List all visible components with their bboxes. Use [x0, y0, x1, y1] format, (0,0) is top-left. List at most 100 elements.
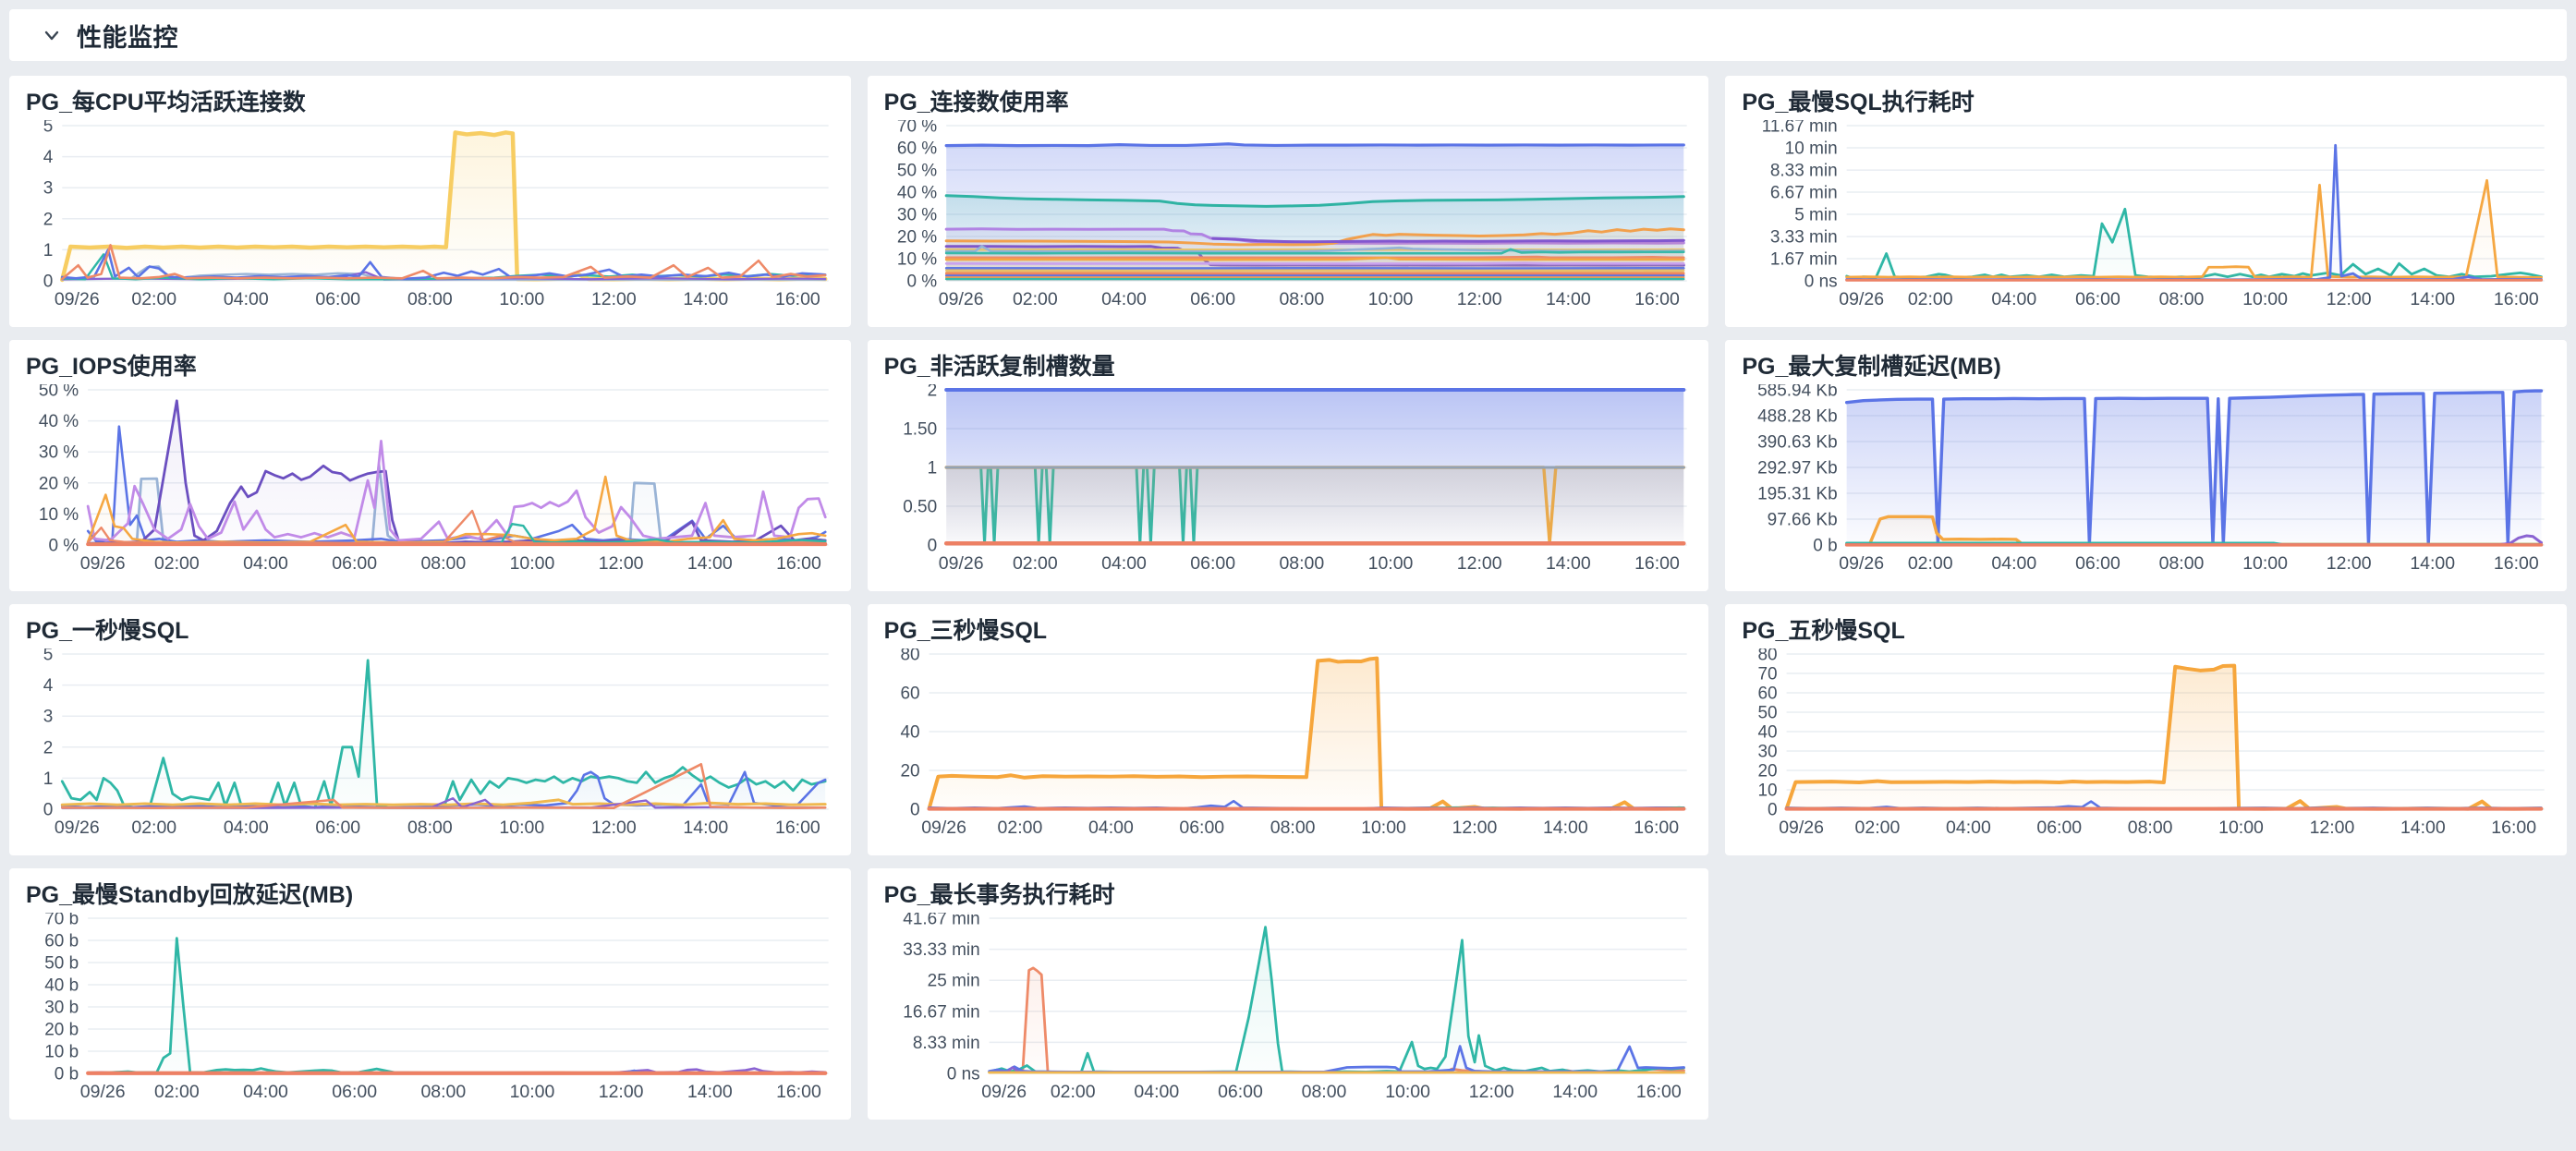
chart-canvas[interactable]: 0102030405060708009/2602:0004:0006:0008:…	[1742, 648, 2554, 841]
svg-text:08:00: 08:00	[407, 289, 453, 309]
chart-canvas[interactable]: 0 ns1.67 min3.33 min5 min6.67 min8.33 mi…	[1742, 120, 2554, 312]
svg-text:10:00: 10:00	[1361, 818, 1406, 838]
svg-text:16:00: 16:00	[775, 289, 820, 309]
svg-text:06:00: 06:00	[315, 289, 360, 309]
chart-title: PG_最慢SQL执行耗时	[1742, 89, 2554, 116]
svg-text:80: 80	[900, 648, 919, 665]
svg-text:09/26: 09/26	[55, 818, 100, 838]
svg-text:1.50: 1.50	[903, 420, 937, 440]
chart-panel-max-replication-slot-delay: PG_最大复制槽延迟(MB) 0 b97.66 Kb195.31 Kb292.9…	[1725, 340, 2567, 591]
chart-canvas[interactable]: 00.5011.50209/2602:0004:0006:0008:0010:0…	[884, 384, 1696, 576]
chart-title: PG_三秒慢SQL	[884, 617, 1696, 645]
svg-text:06:00: 06:00	[2075, 553, 2120, 574]
chart-title: PG_一秒慢SQL	[26, 617, 838, 645]
svg-text:14:00: 14:00	[1552, 1082, 1598, 1102]
svg-text:09/26: 09/26	[981, 1082, 1027, 1102]
svg-text:02:00: 02:00	[154, 1082, 200, 1102]
chart-canvas[interactable]: 01234509/2602:0004:0006:0008:0010:0012:0…	[26, 120, 838, 312]
svg-text:08:00: 08:00	[407, 818, 453, 838]
svg-text:40: 40	[1758, 723, 1778, 743]
svg-text:50 b: 50 b	[44, 954, 79, 974]
svg-text:0: 0	[43, 800, 54, 819]
svg-text:16:00: 16:00	[1634, 289, 1680, 309]
svg-text:09/26: 09/26	[938, 553, 983, 574]
svg-text:08:00: 08:00	[2159, 553, 2205, 574]
svg-text:16:00: 16:00	[2494, 553, 2539, 574]
svg-text:50 %: 50 %	[39, 384, 79, 401]
svg-text:04:00: 04:00	[224, 289, 269, 309]
svg-text:16:00: 16:00	[776, 553, 821, 574]
svg-text:14:00: 14:00	[683, 289, 728, 309]
chart-title: PG_最大复制槽延迟(MB)	[1742, 353, 2554, 381]
svg-text:70: 70	[1758, 665, 1778, 685]
svg-text:12:00: 12:00	[1456, 553, 1501, 574]
svg-text:02:00: 02:00	[1013, 553, 1058, 574]
chart-title: PG_每CPU平均活跃连接数	[26, 89, 838, 116]
chart-canvas[interactable]: 0 ns8.33 min16.67 min25 min33.33 min41.6…	[884, 913, 1696, 1105]
svg-text:0: 0	[910, 800, 920, 819]
svg-text:16.67 min: 16.67 min	[903, 1002, 979, 1022]
svg-text:08:00: 08:00	[1279, 553, 1324, 574]
svg-text:585.94 Kb: 585.94 Kb	[1757, 384, 1838, 401]
svg-text:5 min: 5 min	[1795, 205, 1838, 224]
svg-text:12:00: 12:00	[2327, 289, 2372, 309]
chevron-down-icon[interactable]	[41, 24, 63, 46]
svg-text:16:00: 16:00	[775, 818, 820, 838]
svg-text:5: 5	[43, 648, 54, 665]
svg-text:10:00: 10:00	[499, 818, 544, 838]
svg-text:11.67 min: 11.67 min	[1762, 120, 1838, 137]
chart-canvas[interactable]: 0 %10 %20 %30 %40 %50 %60 %70 %09/2602:0…	[884, 120, 1696, 312]
svg-text:04:00: 04:00	[1946, 818, 1991, 838]
chart-title: PG_连接数使用率	[884, 89, 1696, 116]
chart-canvas[interactable]: 0 b10 b20 b30 b40 b50 b60 b70 b09/2602:0…	[26, 913, 838, 1105]
svg-text:60 %: 60 %	[897, 139, 937, 159]
svg-text:10 %: 10 %	[897, 249, 937, 269]
svg-text:50: 50	[1758, 704, 1778, 723]
svg-text:0: 0	[1768, 800, 1778, 819]
svg-text:06:00: 06:00	[332, 1082, 377, 1102]
svg-text:30: 30	[1758, 742, 1778, 761]
chart-panel-slowest-standby-replay-delay: PG_最慢Standby回放延迟(MB) 0 b10 b20 b30 b40 b…	[9, 868, 851, 1120]
svg-text:40 b: 40 b	[44, 976, 79, 996]
svg-text:60: 60	[1758, 685, 1778, 704]
svg-text:02:00: 02:00	[1908, 553, 1953, 574]
chart-title: PG_最慢Standby回放延迟(MB)	[26, 881, 838, 909]
svg-text:1.67 min: 1.67 min	[1770, 249, 1838, 269]
svg-text:10:00: 10:00	[510, 1082, 555, 1102]
svg-text:09/26: 09/26	[1840, 289, 1885, 309]
svg-text:02:00: 02:00	[154, 553, 200, 574]
chart-canvas[interactable]: 0 %10 %20 %30 %40 %50 %09/2602:0004:0006…	[26, 384, 838, 576]
svg-text:20: 20	[1758, 761, 1778, 781]
svg-text:2: 2	[43, 738, 54, 757]
svg-text:12:00: 12:00	[1456, 289, 1501, 309]
svg-text:08:00: 08:00	[2159, 289, 2205, 309]
svg-text:09/26: 09/26	[938, 289, 983, 309]
svg-text:10: 10	[1758, 781, 1778, 800]
svg-text:06:00: 06:00	[315, 818, 360, 838]
svg-text:04:00: 04:00	[1101, 289, 1147, 309]
svg-text:02:00: 02:00	[997, 818, 1042, 838]
svg-text:14:00: 14:00	[687, 1082, 733, 1102]
chart-canvas[interactable]: 02040608009/2602:0004:0006:0008:0010:001…	[884, 648, 1696, 841]
svg-text:4: 4	[43, 676, 54, 696]
svg-text:41.67 min: 41.67 min	[903, 913, 979, 929]
svg-text:10 b: 10 b	[44, 1042, 79, 1061]
svg-text:20 %: 20 %	[39, 474, 79, 493]
svg-text:04:00: 04:00	[1088, 818, 1134, 838]
svg-text:0: 0	[43, 272, 54, 291]
chart-canvas[interactable]: 01234509/2602:0004:0006:0008:0010:0012:0…	[26, 648, 838, 841]
svg-text:2: 2	[927, 384, 937, 401]
svg-text:10:00: 10:00	[1367, 553, 1413, 574]
svg-text:5: 5	[43, 120, 54, 137]
svg-text:10:00: 10:00	[2243, 289, 2289, 309]
chart-canvas[interactable]: 0 b97.66 Kb195.31 Kb292.97 Kb390.63 Kb48…	[1742, 384, 2554, 576]
svg-text:08:00: 08:00	[1270, 818, 1315, 838]
svg-text:06:00: 06:00	[1190, 289, 1235, 309]
chart-panel-five-second-slow-sql: PG_五秒慢SQL 0102030405060708009/2602:0004:…	[1725, 604, 2567, 855]
svg-text:06:00: 06:00	[2037, 818, 2083, 838]
section-header[interactable]: 性能监控	[9, 9, 2567, 61]
svg-text:1: 1	[43, 241, 54, 260]
svg-text:0: 0	[927, 536, 937, 555]
svg-text:70 b: 70 b	[44, 913, 79, 929]
svg-text:10 %: 10 %	[39, 505, 79, 525]
